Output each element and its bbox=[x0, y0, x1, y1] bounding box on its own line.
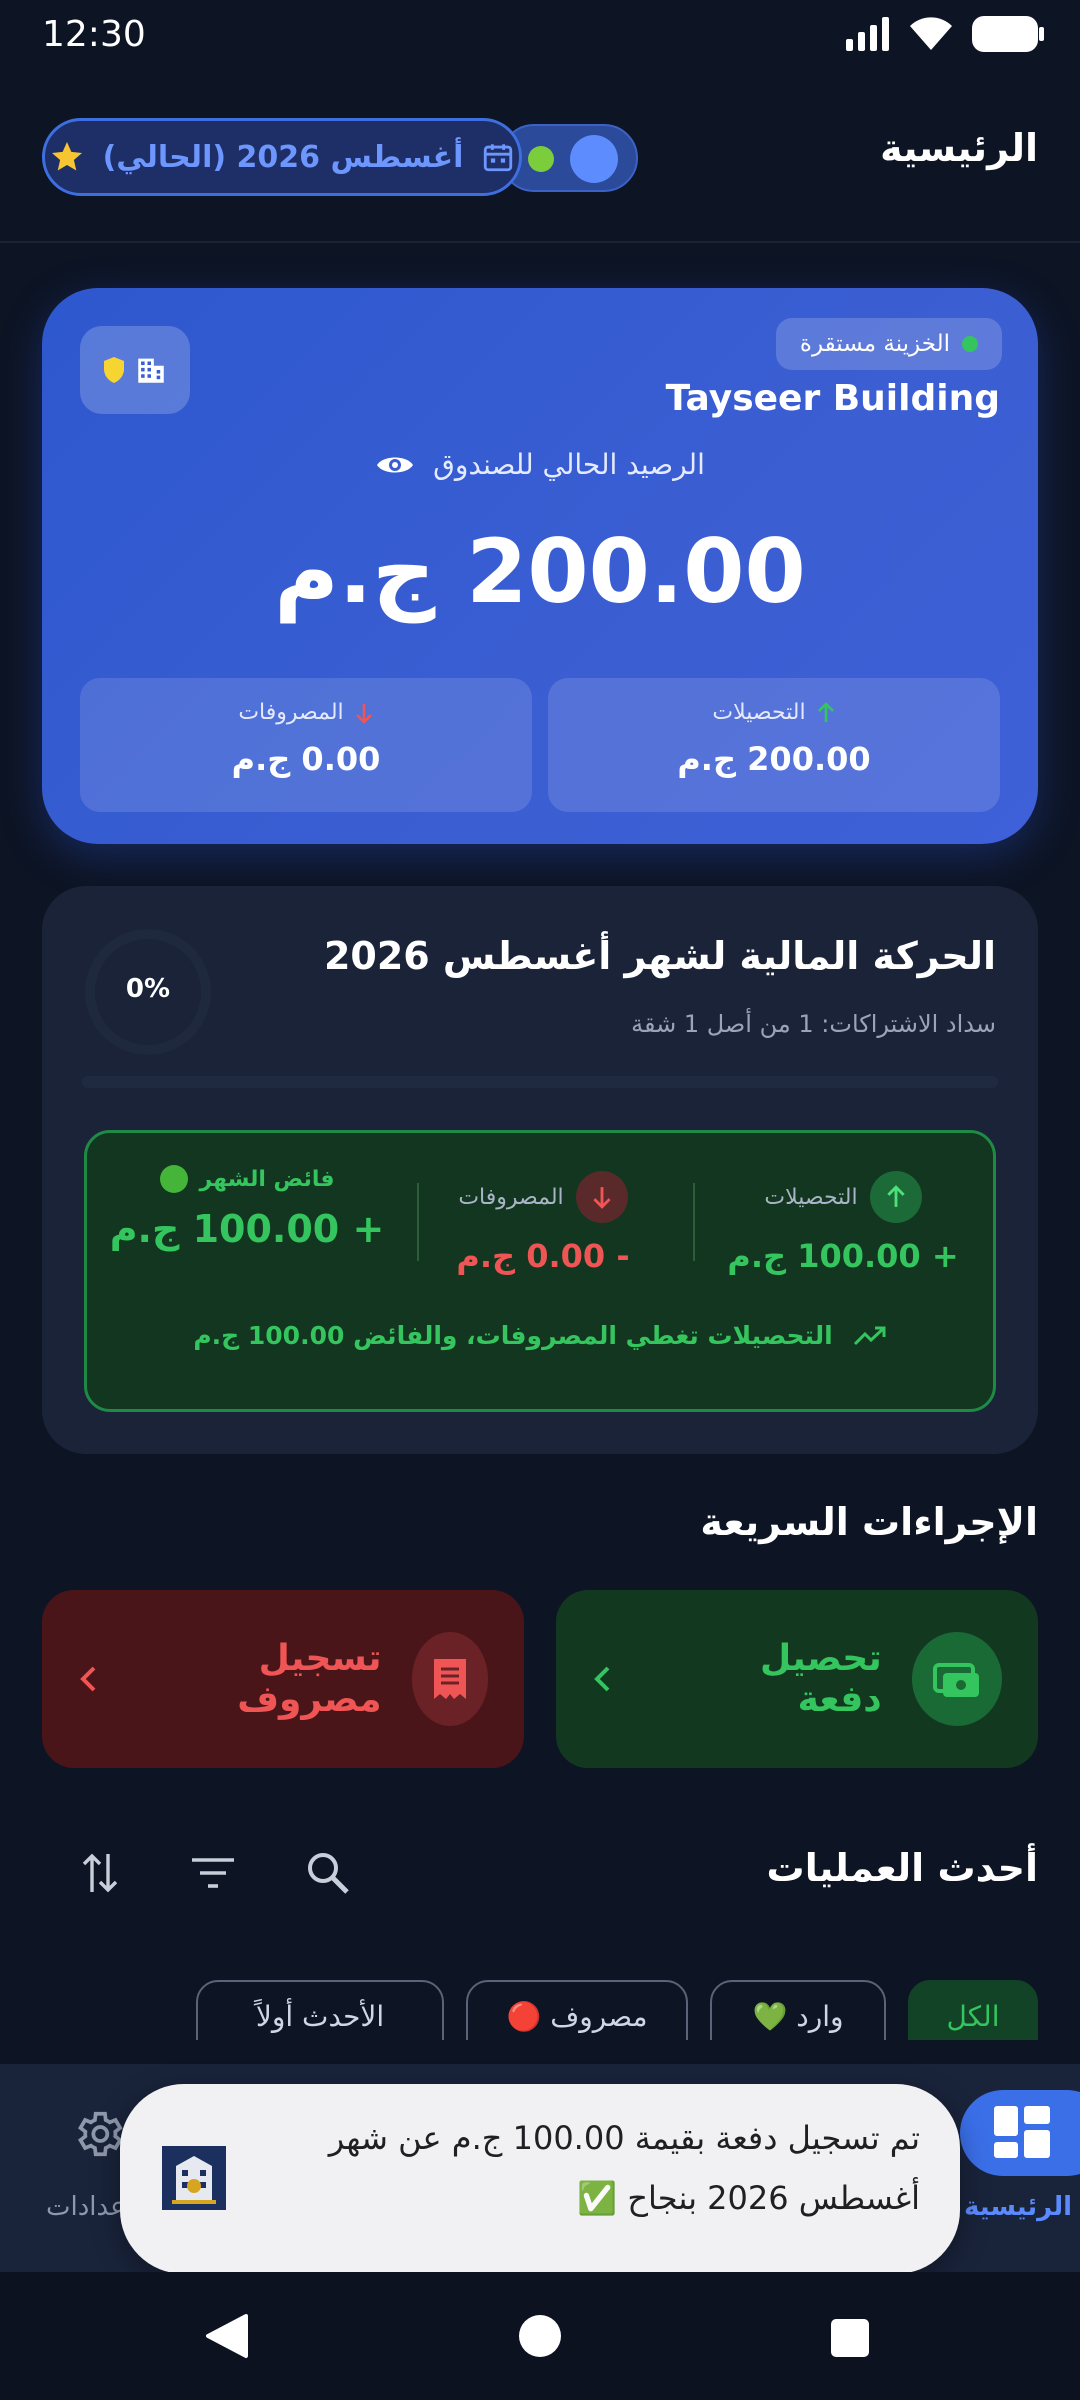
month-chip-label: أغسطس 2026 (الحالي) bbox=[102, 139, 464, 175]
summary-note-text: التحصيلات تغطي المصروفات، والفائض 100.00… bbox=[193, 1321, 833, 1350]
app-logo-icon bbox=[162, 2146, 226, 2210]
arrow-down-icon bbox=[575, 1171, 628, 1223]
arrow-up-icon bbox=[816, 701, 836, 724]
treasury-status-badge: الخزينة مستقرة bbox=[775, 318, 1002, 370]
filter-chips: الكل وارد 💚 مصروف 🔴 الأحدث أولاً bbox=[0, 1980, 1080, 2040]
green-circle-icon bbox=[159, 1165, 188, 1193]
surplus-label: فائض الشهر bbox=[199, 1166, 335, 1192]
dashboard-icon bbox=[994, 2106, 1050, 2158]
month-collections-label: التحصيلات bbox=[764, 1184, 858, 1210]
building-icon bbox=[134, 353, 168, 387]
expenses-value: 0.00 ج.م bbox=[231, 740, 381, 778]
status-time: 12:30 bbox=[42, 14, 146, 55]
monthly-title: الحركة المالية لشهر أغسطس 2026 bbox=[323, 934, 996, 978]
signal-icon bbox=[846, 17, 890, 51]
building-name: Tayseer Building bbox=[665, 378, 1000, 419]
chevron-left-icon bbox=[78, 1664, 98, 1694]
shield-icon bbox=[102, 356, 126, 384]
month-expenses-value: - 0.00 ج.م bbox=[456, 1237, 630, 1275]
monthly-movement-card: الحركة المالية لشهر أغسطس 2026 سداد الاش… bbox=[42, 886, 1038, 1454]
collections-label: التحصيلات bbox=[712, 700, 806, 725]
search-icon[interactable] bbox=[306, 1851, 350, 1895]
toast-notification: تم تسجيل دفعة بقيمة 100.00 ج.م عن شهر أغ… bbox=[120, 2084, 960, 2274]
balance-amount: 200.00 ج.م bbox=[274, 520, 806, 623]
status-dot-icon bbox=[962, 336, 978, 352]
chip-sort-newest[interactable]: الأحدث أولاً bbox=[196, 1980, 444, 2040]
divider bbox=[693, 1183, 695, 1261]
chip-income[interactable]: وارد 💚 bbox=[710, 1980, 886, 2040]
wifi-icon bbox=[908, 16, 954, 52]
month-collections-value: + 100.00 ج.م bbox=[727, 1237, 959, 1275]
receipt-icon bbox=[411, 1632, 488, 1726]
month-expenses: المصروفات - 0.00 ج.م bbox=[403, 1171, 683, 1275]
collections-summary: التحصيلات 200.00 ج.م bbox=[548, 678, 1000, 812]
trending-up-icon bbox=[853, 1325, 887, 1347]
arrow-down-icon bbox=[354, 702, 374, 724]
toggle-knob bbox=[570, 135, 618, 183]
header-divider bbox=[0, 241, 1080, 243]
chip-all[interactable]: الكل bbox=[908, 1980, 1038, 2040]
status-icons bbox=[846, 16, 1044, 52]
expenses-label: المصروفات bbox=[238, 700, 344, 725]
progress-bar bbox=[82, 1076, 998, 1088]
chevron-left-icon bbox=[592, 1664, 612, 1694]
star-icon bbox=[49, 139, 85, 175]
collections-value: 200.00 ج.م bbox=[677, 740, 871, 778]
monthly-subtitle: سداد الاشتراكات: 1 من أصل 1 شقة bbox=[631, 1010, 996, 1038]
system-nav-bar bbox=[0, 2272, 1080, 2400]
ops-toolbar bbox=[80, 1850, 350, 1896]
month-collections: التحصيلات + 100.00 ج.م bbox=[703, 1171, 983, 1275]
page-title: الرئيسية bbox=[880, 126, 1038, 170]
home-circle-icon[interactable] bbox=[518, 2314, 562, 2358]
monthly-summary: التحصيلات + 100.00 ج.م المصروفات - 0.00 … bbox=[84, 1130, 996, 1412]
month-selector[interactable]: أغسطس 2026 (الحالي) bbox=[42, 118, 522, 196]
filter-icon[interactable] bbox=[190, 1856, 236, 1890]
record-expense-button[interactable]: تسجيل مصروف bbox=[42, 1590, 524, 1768]
summary-note: التحصيلات تغطي المصروفات، والفائض 100.00… bbox=[87, 1321, 993, 1350]
cash-icon bbox=[911, 1632, 1002, 1726]
record-expense-label: تسجيل مصروف bbox=[237, 1638, 382, 1720]
quick-actions-title: الإجراءات السريعة bbox=[700, 1500, 1038, 1544]
sort-icon[interactable] bbox=[80, 1850, 120, 1896]
collect-payment-button[interactable]: تحصيل دفعة bbox=[556, 1590, 1038, 1768]
balance-card: الخزينة مستقرة Tayseer Building الرصيد ا… bbox=[42, 288, 1038, 844]
calendar-icon bbox=[481, 140, 515, 174]
balance-label: الرصيد الحالي للصندوق bbox=[433, 448, 705, 481]
month-expenses-label: المصروفات bbox=[458, 1184, 564, 1210]
surplus-value: + 100.00 ج.م bbox=[109, 1207, 385, 1251]
chip-expense[interactable]: مصروف 🔴 bbox=[466, 1980, 688, 2040]
toggle-dot-icon bbox=[528, 146, 554, 172]
gear-icon[interactable] bbox=[70, 2106, 126, 2162]
recents-icon[interactable] bbox=[830, 2318, 870, 2358]
toast-message: تم تسجيل دفعة بقيمة 100.00 ج.م عن شهر أغ… bbox=[328, 2119, 920, 2217]
battery-icon bbox=[972, 16, 1044, 52]
collect-payment-label: تحصيل دفعة bbox=[760, 1638, 882, 1720]
balance-label-row: الرصيد الحالي للصندوق bbox=[42, 448, 1038, 481]
expenses-summary: المصروفات 0.00 ج.م bbox=[80, 678, 532, 812]
progress-text: 0% bbox=[125, 974, 171, 1004]
treasury-status: الخزينة مستقرة bbox=[799, 331, 950, 357]
month-surplus: فائض الشهر + 100.00 ج.م bbox=[107, 1165, 387, 1251]
nav-home[interactable] bbox=[960, 2090, 1080, 2176]
eye-icon[interactable] bbox=[375, 451, 415, 479]
nav-home-label: الرئيسية bbox=[963, 2192, 1072, 2222]
progress-ring: 0% bbox=[80, 924, 216, 1060]
building-switcher[interactable] bbox=[80, 326, 190, 414]
back-icon[interactable] bbox=[204, 2312, 250, 2360]
divider bbox=[417, 1183, 419, 1261]
arrow-up-icon bbox=[869, 1171, 922, 1223]
recent-ops-title: أحدث العمليات bbox=[766, 1846, 1038, 1890]
